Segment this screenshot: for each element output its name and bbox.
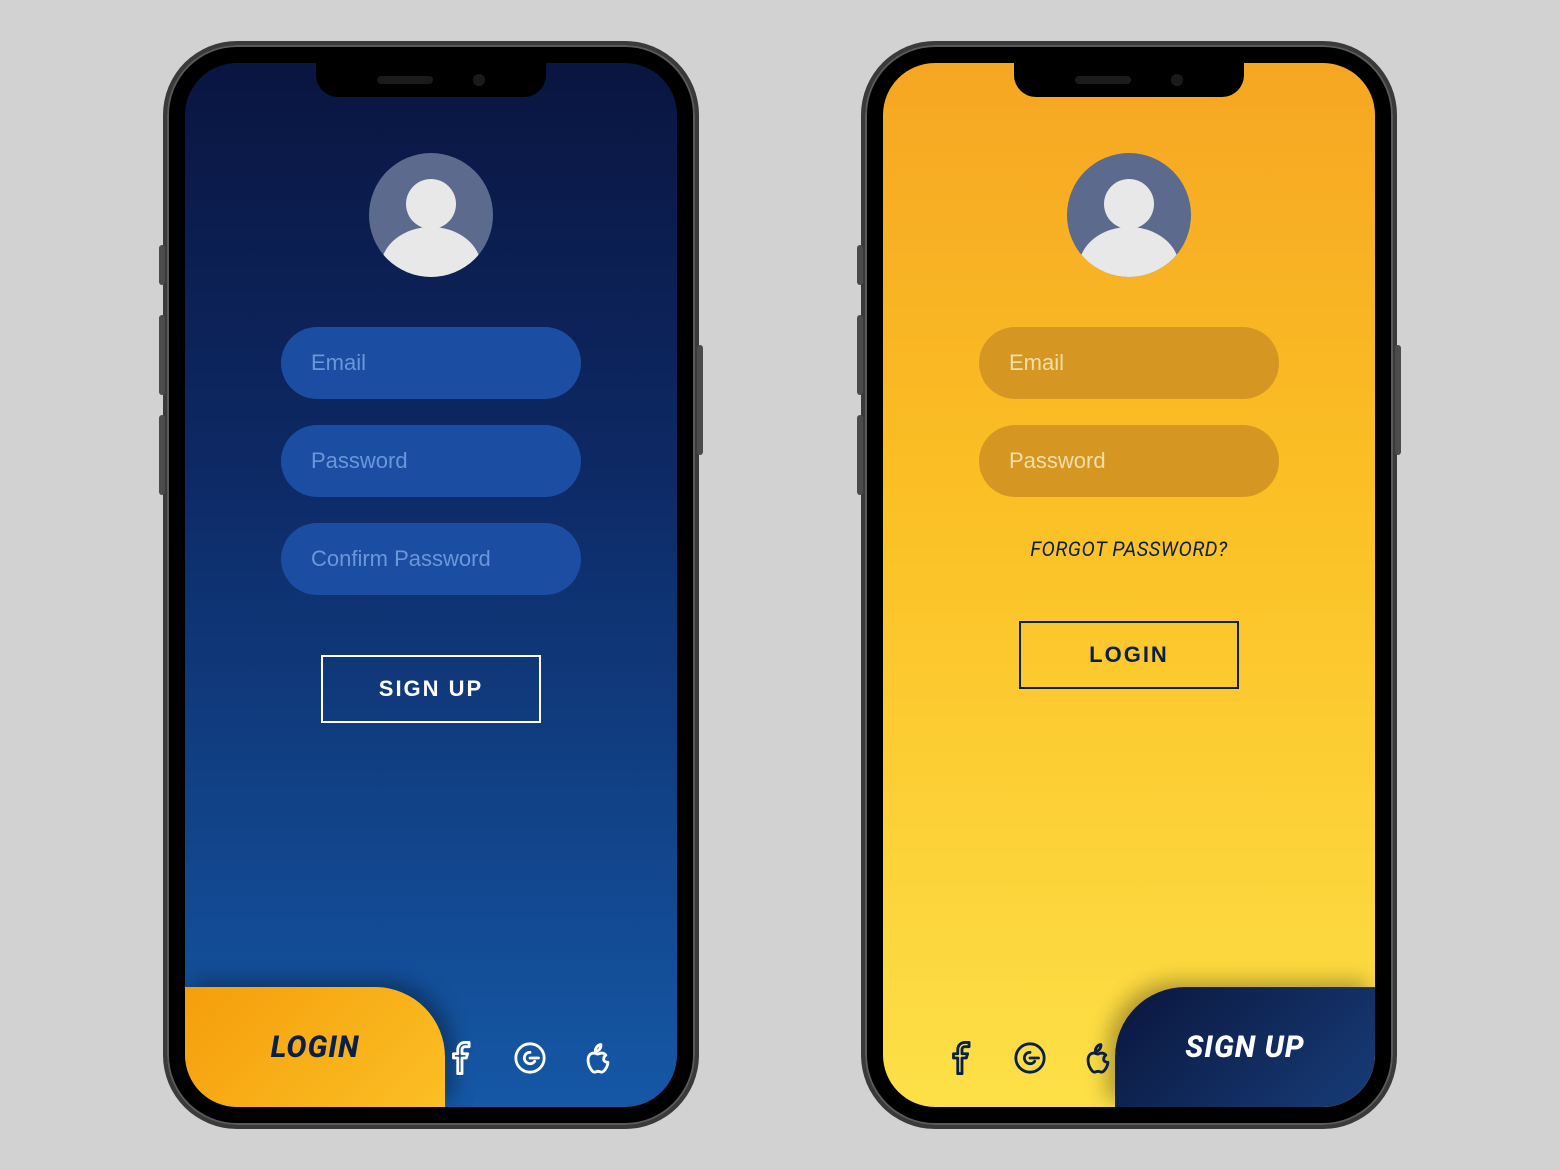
forgot-password-link[interactable]: FORGOT PASSWORD? [883,537,1375,561]
phone-notch [316,63,546,97]
email-field[interactable] [979,327,1279,399]
phone-side-button [857,315,863,395]
login-screen: FORGOT PASSWORD? LOGIN SIGN UP [883,63,1375,1107]
signup-button[interactable]: SIGN UP [321,655,541,723]
phone-side-button [857,415,863,495]
apple-icon[interactable] [579,1039,617,1077]
signup-screen: SIGN UP LOGIN [185,63,677,1107]
avatar-icon [1067,153,1191,277]
switch-to-login-tab[interactable]: LOGIN [185,987,445,1107]
password-field[interactable] [979,425,1279,497]
facebook-icon[interactable] [443,1039,481,1077]
switch-to-signup-tab[interactable]: SIGN UP [1115,987,1375,1107]
google-icon[interactable] [1011,1039,1049,1077]
phone-side-button [159,315,165,395]
avatar-icon [369,153,493,277]
phone-mockup-signup: SIGN UP LOGIN [167,45,695,1125]
google-icon[interactable] [511,1039,549,1077]
apple-icon[interactable] [1079,1039,1117,1077]
email-field[interactable] [281,327,581,399]
social-login-row [443,1039,617,1077]
phone-notch [1014,63,1244,97]
password-field[interactable] [281,425,581,497]
confirm-password-field[interactable] [281,523,581,595]
phone-side-button [1395,345,1401,455]
facebook-icon[interactable] [943,1039,981,1077]
phone-side-button [857,245,863,285]
phone-mockup-login: FORGOT PASSWORD? LOGIN SIGN UP [865,45,1393,1125]
phone-side-button [159,245,165,285]
phone-side-button [159,415,165,495]
social-login-row [943,1039,1117,1077]
phone-side-button [697,345,703,455]
login-button[interactable]: LOGIN [1019,621,1239,689]
login-form [883,327,1375,497]
signup-form [185,327,677,595]
